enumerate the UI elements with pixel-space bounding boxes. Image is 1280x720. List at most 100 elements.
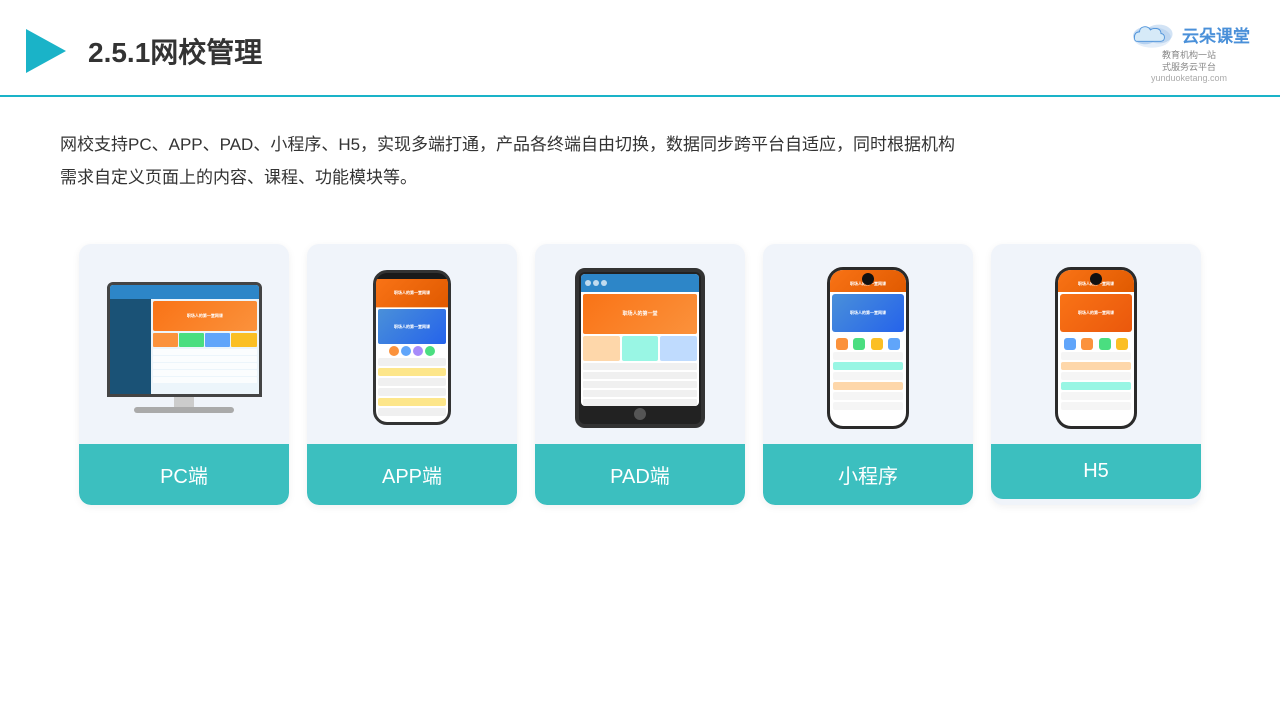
phone-notch-app: [398, 273, 426, 279]
header: 2.5.1网校管理 云朵课堂 教育机构一站 式服务云平台 yunduoketan…: [0, 0, 1280, 97]
pc-row-2: [153, 356, 256, 362]
mini-phone-mini: 职场人的第一堂网课 职场人的第一堂网课: [827, 267, 909, 429]
phone-row-2: [378, 368, 446, 376]
pc-row-3: [153, 363, 256, 369]
pc-screen: 职场人的第一堂网课: [107, 282, 262, 397]
mini-row-6: [833, 402, 903, 410]
pc-mockup: 职场人的第一堂网课: [107, 282, 262, 413]
mini-h5-icon-4: [1116, 338, 1128, 350]
card-pad-label: PAD端: [535, 444, 745, 505]
phone-screen-content-app: 职场人的第一堂网课 职场人的第一堂网课: [376, 279, 448, 422]
pc-cards-row: [153, 333, 256, 347]
phone-header-title-app: 职场人的第一堂网课: [394, 290, 430, 296]
mini-h5-icon-2: [1081, 338, 1093, 350]
mini-phone-punch: [862, 273, 874, 285]
description-block: 网校支持PC、APP、PAD、小程序、H5，实现多端打通，产品各终端自由切换，数…: [0, 97, 1100, 204]
card-mini: 职场人的第一堂网课 职场人的第一堂网课: [763, 244, 973, 505]
mini-row-1: [833, 352, 903, 360]
phone-row-3: [378, 378, 446, 386]
mini-icon-1: [836, 338, 848, 350]
header-left: 2.5.1网校管理: [20, 25, 262, 77]
pc-card-2: [179, 333, 204, 347]
pc-neck: [174, 397, 194, 407]
card-h5-label: H5: [991, 444, 1201, 499]
mini-phone-h5-banner: 职场人的第一堂网课: [1060, 294, 1132, 332]
mini-phone-banner-text: 职场人的第一堂网课: [848, 308, 888, 318]
mini-row-5: [833, 392, 903, 400]
pc-base: [134, 407, 234, 413]
card-mini-label: 小程序: [763, 444, 973, 505]
phone-icon-2: [401, 346, 411, 356]
tablet-home-btn: [634, 408, 646, 420]
logo-url: yunduoketang.com: [1151, 73, 1227, 83]
description-line2: 需求自定义页面上的内容、课程、功能模块等。: [60, 162, 1040, 194]
pc-row-4: [153, 370, 256, 376]
mini-phone-body: [830, 334, 906, 412]
mini-h5-row-3: [1061, 372, 1131, 380]
mini-h5-row-5: [1061, 392, 1131, 400]
mini-row-4: [833, 382, 903, 390]
tablet-row-1: [583, 363, 697, 370]
mini-phone-screen: 职场人的第一堂网课 职场人的第一堂网课: [830, 270, 906, 426]
pc-row-5: [153, 377, 256, 383]
tablet-mockup: 职场人的第一堂: [575, 268, 705, 428]
tablet-cards: [583, 336, 697, 361]
card-h5-image: 职场人的第一堂网课 职场人的第一堂网课: [991, 244, 1201, 444]
phone-icon-1: [389, 346, 399, 356]
card-pc-image: 职场人的第一堂网课: [79, 244, 289, 444]
card-app-image: 职场人的第一堂网课 职场人的第一堂网课: [307, 244, 517, 444]
mini-phone-h5-screen: 职场人的第一堂网课 职场人的第一堂网课: [1058, 270, 1134, 426]
mini-phone-h5-banner-text: 职场人的第一堂网课: [1076, 308, 1116, 318]
tablet-row-5: [583, 399, 697, 406]
card-pc-label: PC端: [79, 444, 289, 505]
tablet-card-3: [660, 336, 697, 361]
mini-icon-4: [888, 338, 900, 350]
mini-row-2: [833, 362, 903, 370]
pc-card-3: [205, 333, 230, 347]
mini-h5-row-1: [1061, 352, 1131, 360]
logo-cloud: 云朵课堂: [1128, 18, 1250, 50]
phone-screen-app: 职场人的第一堂网课 职场人的第一堂网课: [376, 279, 448, 422]
mini-h5-row-4: [1061, 382, 1131, 390]
phone-row-5: [378, 398, 446, 406]
cloud-icon: [1128, 18, 1176, 50]
phone-row-4: [378, 388, 446, 396]
mini-phone-screen-inner: 职场人的第一堂网课 职场人的第一堂网课: [830, 270, 906, 426]
phone-mockup-app: 职场人的第一堂网课 职场人的第一堂网课: [373, 270, 451, 425]
play-icon: [20, 25, 72, 77]
phone-icons-row-app: [378, 346, 446, 356]
phone-header-bar-app: 职场人的第一堂网课: [376, 279, 448, 307]
logo-name: 云朵课堂: [1182, 22, 1250, 47]
logo-area: 云朵课堂 教育机构一站 式服务云平台 yunduoketang.com: [1128, 18, 1250, 83]
logo-tagline: 教育机构一站 式服务云平台: [1162, 50, 1216, 73]
mini-phone-h5-body: [1058, 334, 1134, 412]
tablet-screen: 职场人的第一堂: [581, 274, 699, 406]
phone-row-1: [378, 358, 446, 366]
phone-body-app: 职场人的第一堂网课: [376, 307, 448, 418]
card-pc: 职场人的第一堂网课: [79, 244, 289, 505]
tablet-rows: [583, 363, 697, 406]
card-h5: 职场人的第一堂网课 职场人的第一堂网课: [991, 244, 1201, 505]
mini-h5-row-2: [1061, 362, 1131, 370]
mini-h5-icons-row: [1061, 338, 1131, 350]
mini-icon-3: [871, 338, 883, 350]
pc-body: 职场人的第一堂网课: [110, 299, 259, 394]
card-app: 职场人的第一堂网课 职场人的第一堂网课: [307, 244, 517, 505]
phone-icon-4: [425, 346, 435, 356]
phone-row-6: [378, 408, 446, 416]
pc-card-1: [153, 333, 178, 347]
tablet-nav-3: [601, 280, 607, 286]
pc-row-1: [153, 349, 256, 355]
pc-main: 职场人的第一堂网课: [151, 299, 258, 394]
card-mini-image: 职场人的第一堂网课 职场人的第一堂网课: [763, 244, 973, 444]
tablet-row-2: [583, 372, 697, 379]
pc-banner-text: 职场人的第一堂网课: [187, 313, 223, 319]
mini-h5-row-6: [1061, 402, 1131, 410]
pc-card-4: [231, 333, 256, 347]
phone-rows-app: [378, 358, 446, 416]
tablet-card-1: [583, 336, 620, 361]
pc-banner: 职场人的第一堂网课: [153, 301, 256, 331]
mini-phone-h5: 职场人的第一堂网课 职场人的第一堂网课: [1055, 267, 1137, 429]
mini-h5-icon-1: [1064, 338, 1076, 350]
phone-icon-3: [413, 346, 423, 356]
